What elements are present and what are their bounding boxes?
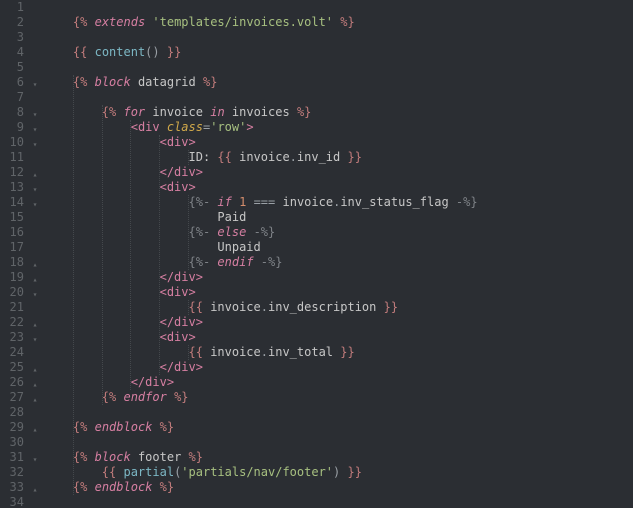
line-number: 6: [0, 75, 24, 90]
code-line[interactable]: ID: {{ invoice.inv_id }}: [44, 150, 633, 165]
code-line[interactable]: [44, 90, 633, 105]
code-line[interactable]: {{ invoice.inv_total }}: [44, 345, 633, 360]
code-line[interactable]: [44, 405, 633, 420]
line-number: 16: [0, 225, 24, 240]
line-number: 32: [0, 465, 24, 480]
fold-marker-icon[interactable]: ▾: [31, 287, 39, 302]
line-number: 4: [0, 45, 24, 60]
line-number: 31: [0, 450, 24, 465]
fold-marker-icon[interactable]: ▴: [31, 272, 39, 287]
line-number: 13: [0, 180, 24, 195]
code-line[interactable]: {{ content() }}: [44, 45, 633, 60]
line-number: 33: [0, 480, 24, 495]
fold-marker-icon[interactable]: ▾: [31, 452, 39, 467]
code-line[interactable]: {%- else -%}: [44, 225, 633, 240]
line-number: 26: [0, 375, 24, 390]
code-area[interactable]: {% extends 'templates/invoices.volt' %} …: [40, 0, 633, 508]
code-line[interactable]: {% for invoice in invoices %}: [44, 105, 633, 120]
line-number: 14: [0, 195, 24, 210]
code-line[interactable]: [44, 30, 633, 45]
line-number: 11: [0, 150, 24, 165]
code-line[interactable]: <div class='row'>: [44, 120, 633, 135]
code-line[interactable]: <div>: [44, 285, 633, 300]
line-number: 7: [0, 90, 24, 105]
line-number: 28: [0, 405, 24, 420]
line-number: 10: [0, 135, 24, 150]
code-line[interactable]: </div>: [44, 270, 633, 285]
code-line[interactable]: <div>: [44, 180, 633, 195]
code-line[interactable]: {% endfor %}: [44, 390, 633, 405]
fold-marker-icon[interactable]: ▾: [31, 137, 39, 152]
line-number: 21: [0, 300, 24, 315]
code-line[interactable]: Paid: [44, 210, 633, 225]
code-line[interactable]: {% endblock %}: [44, 420, 633, 435]
line-number: 2: [0, 15, 24, 30]
code-line[interactable]: {{ invoice.inv_description }}: [44, 300, 633, 315]
fold-marker-icon[interactable]: ▴: [31, 257, 39, 272]
code-line[interactable]: [44, 0, 633, 15]
line-number: 1: [0, 0, 24, 15]
fold-marker-icon[interactable]: ▾: [31, 77, 39, 92]
fold-marker-icon[interactable]: ▴: [31, 377, 39, 392]
line-number: 20: [0, 285, 24, 300]
code-line[interactable]: Unpaid: [44, 240, 633, 255]
code-line[interactable]: </div>: [44, 315, 633, 330]
line-number: 17: [0, 240, 24, 255]
line-number: 24: [0, 345, 24, 360]
code-line[interactable]: {{ partial('partials/nav/footer') }}: [44, 465, 633, 480]
line-number: 12: [0, 165, 24, 180]
line-number: 27: [0, 390, 24, 405]
code-line[interactable]: <div>: [44, 330, 633, 345]
code-editor[interactable]: 1234567891011121314151617181920212223242…: [0, 0, 633, 508]
fold-marker-icon[interactable]: ▾: [31, 197, 39, 212]
fold-marker-icon[interactable]: ▾: [31, 332, 39, 347]
line-number: 15: [0, 210, 24, 225]
code-line[interactable]: [44, 60, 633, 75]
code-line[interactable]: </div>: [44, 360, 633, 375]
code-line[interactable]: {% extends 'templates/invoices.volt' %}: [44, 15, 633, 30]
line-number: 23: [0, 330, 24, 345]
fold-marker-icon[interactable]: ▴: [31, 167, 39, 182]
fold-marker-icon[interactable]: ▾: [31, 107, 39, 122]
code-line[interactable]: <div>: [44, 135, 633, 150]
code-line[interactable]: </div>: [44, 375, 633, 390]
code-line[interactable]: [44, 435, 633, 450]
line-number: 22: [0, 315, 24, 330]
fold-marker-icon[interactable]: ▾: [31, 122, 39, 137]
code-line[interactable]: [44, 495, 633, 508]
fold-marker-icon[interactable]: ▴: [31, 362, 39, 377]
line-number: 9: [0, 120, 24, 135]
line-number: 8: [0, 105, 24, 120]
line-number: 3: [0, 30, 24, 45]
line-number: 19: [0, 270, 24, 285]
line-number: 29: [0, 420, 24, 435]
code-line[interactable]: {% block footer %}: [44, 450, 633, 465]
fold-marker-icon[interactable]: ▴: [31, 392, 39, 407]
fold-marker-icon[interactable]: ▾: [31, 182, 39, 197]
fold-gutter[interactable]: ▾▾▾▾▴▾▾▴▴▾▴▾▴▴▴▴▾▴: [30, 0, 40, 508]
line-number: 5: [0, 60, 24, 75]
fold-marker-icon[interactable]: ▴: [31, 317, 39, 332]
line-number: 34: [0, 495, 24, 508]
line-number: 30: [0, 435, 24, 450]
code-line[interactable]: </div>: [44, 165, 633, 180]
line-number: 25: [0, 360, 24, 375]
code-line[interactable]: {% block datagrid %}: [44, 75, 633, 90]
line-number: 18: [0, 255, 24, 270]
fold-marker-icon[interactable]: ▴: [31, 422, 39, 437]
code-line[interactable]: {%- endif -%}: [44, 255, 633, 270]
code-line[interactable]: {%- if 1 === invoice.inv_status_flag -%}: [44, 195, 633, 210]
code-line[interactable]: {% endblock %}: [44, 480, 633, 495]
fold-marker-icon[interactable]: ▴: [31, 482, 39, 497]
line-number-gutter: 1234567891011121314151617181920212223242…: [0, 0, 30, 508]
